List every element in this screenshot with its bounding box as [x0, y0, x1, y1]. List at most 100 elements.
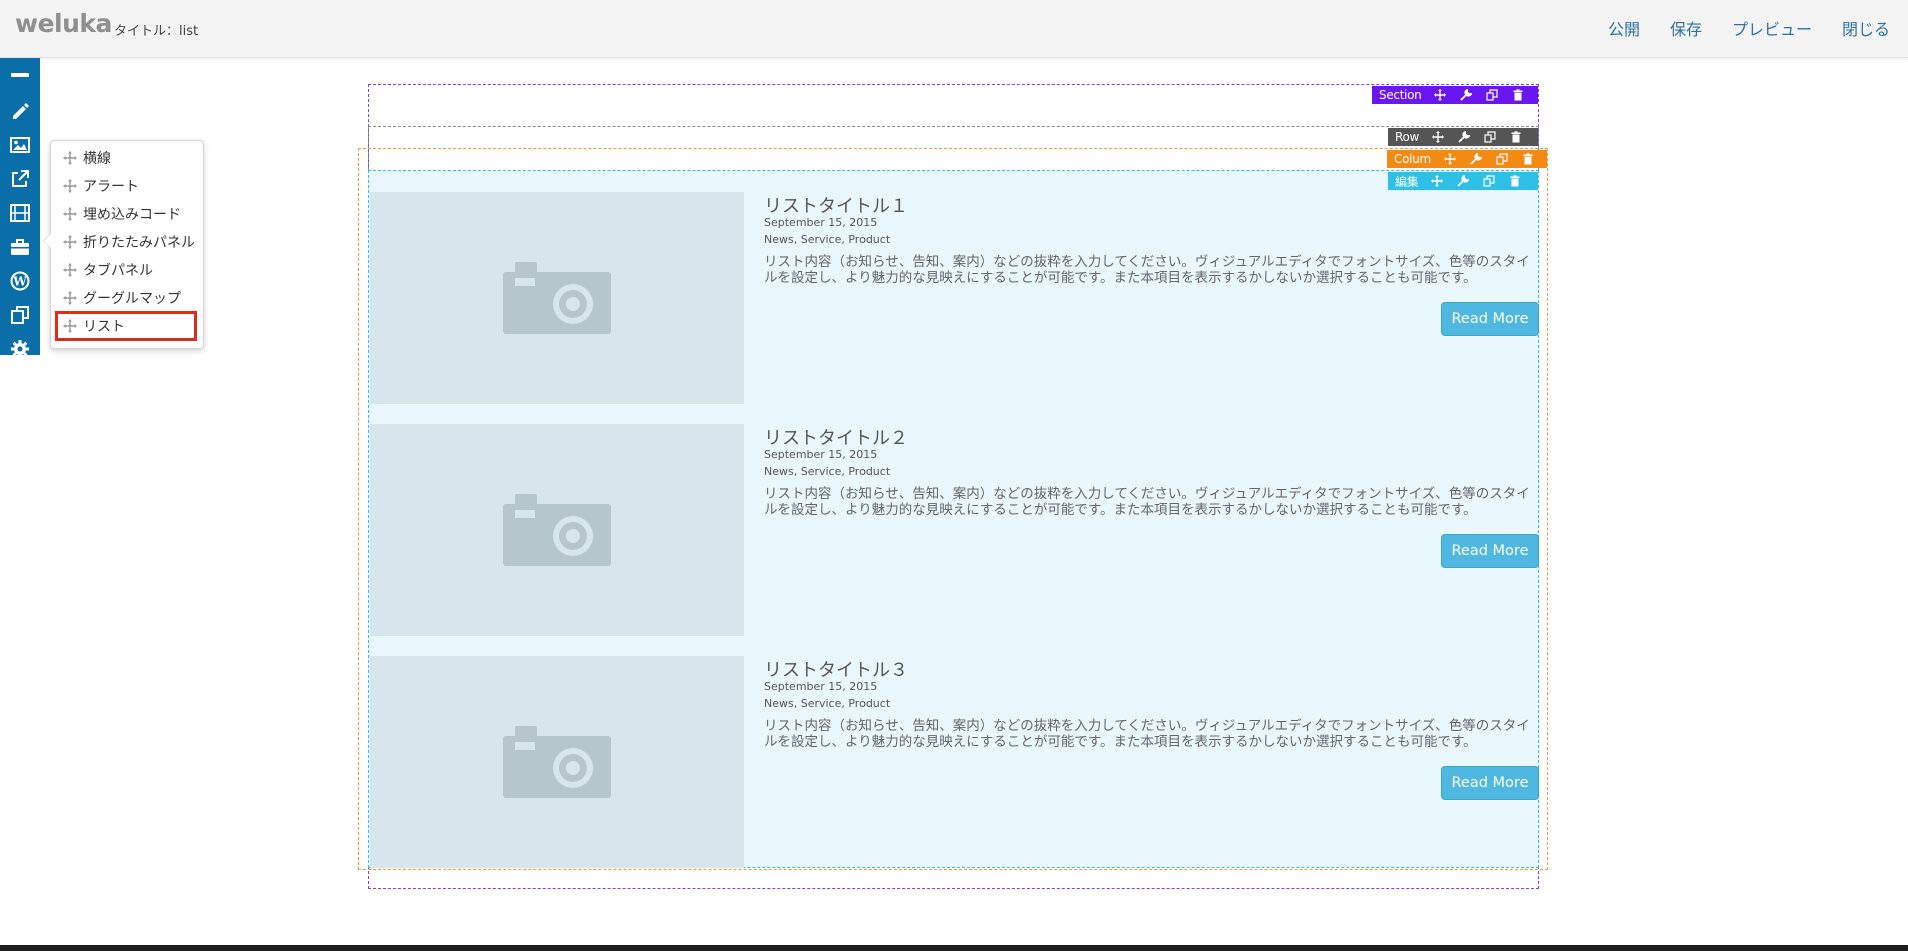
- read-more-button[interactable]: Read More: [1441, 534, 1539, 568]
- read-more-button[interactable]: Read More: [1441, 302, 1539, 336]
- list-item-title: リストタイトル２: [764, 428, 908, 449]
- tool-link[interactable]: [0, 162, 40, 196]
- wordpress-icon: W: [10, 271, 30, 291]
- menu-item-tab-panel[interactable]: タブパネル: [57, 257, 195, 283]
- trash-icon[interactable]: [1509, 130, 1523, 144]
- list-item-date: September 15, 2015: [764, 216, 878, 229]
- menu-item-label: アラート: [83, 179, 139, 195]
- section-label: Section: [1379, 88, 1422, 102]
- row-control-bar: Row: [1388, 128, 1538, 146]
- move-icon[interactable]: [1433, 88, 1447, 102]
- menu-item-google-map[interactable]: グーグルマップ: [57, 285, 195, 311]
- copy-icon[interactable]: [1482, 174, 1496, 188]
- copy-icon[interactable]: [1483, 130, 1497, 144]
- trash-icon[interactable]: [1511, 88, 1525, 102]
- image-icon: [10, 137, 30, 153]
- publish-button[interactable]: 公開: [1608, 16, 1640, 40]
- list-item-categories: News, Service, Product: [764, 697, 891, 710]
- menu-item-label: 折りたたみパネル: [83, 235, 195, 251]
- move-icon[interactable]: [1430, 174, 1444, 188]
- left-toolbar: W: [0, 58, 40, 358]
- menu-item-horizontal-line[interactable]: 横線: [57, 145, 195, 171]
- list-item-date: September 15, 2015: [764, 680, 878, 693]
- wrench-icon[interactable]: [1457, 130, 1471, 144]
- camera-icon: [503, 494, 611, 566]
- tool-video[interactable]: [0, 196, 40, 230]
- read-more-button[interactable]: Read More: [1441, 766, 1539, 800]
- top-header: weluka タイトル：list 公開 保存 プレビュー 閉じる: [0, 0, 1908, 58]
- tool-duplicate[interactable]: [0, 298, 40, 332]
- tool-image[interactable]: [0, 128, 40, 162]
- edit-control-bar: 編集: [1388, 172, 1538, 190]
- menu-item-embed-code[interactable]: 埋め込みコード: [57, 201, 195, 227]
- preview-button[interactable]: プレビュー: [1732, 16, 1812, 40]
- tool-horizontal-line[interactable]: [0, 58, 40, 92]
- move-icon: [63, 151, 77, 165]
- camera-icon: [503, 726, 611, 798]
- menu-item-list[interactable]: リスト: [55, 311, 197, 341]
- copy-icon: [11, 306, 29, 324]
- column-control-bar: Colum: [1387, 150, 1547, 168]
- app-logo: weluka: [15, 9, 112, 38]
- placeholder-image: [370, 424, 744, 636]
- list-item: リストタイトル１ September 15, 2015 News, Servic…: [370, 192, 1539, 404]
- pencil-icon: [13, 103, 29, 119]
- move-icon: [63, 179, 77, 193]
- move-icon: [63, 235, 77, 249]
- close-button[interactable]: 閉じる: [1842, 16, 1890, 40]
- camera-icon: [503, 262, 611, 334]
- move-icon: [63, 263, 77, 277]
- list-item-title: リストタイトル３: [764, 660, 908, 681]
- tool-text[interactable]: [0, 94, 40, 128]
- minus-icon: [11, 73, 29, 77]
- edit-label: 編集: [1395, 174, 1419, 189]
- menu-item-accordion[interactable]: 折りたたみパネル: [57, 229, 195, 255]
- list-item-date: September 15, 2015: [764, 448, 878, 461]
- list-item-title: リストタイトル１: [764, 196, 908, 217]
- column-label: Colum: [1394, 152, 1431, 166]
- menu-item-label: リスト: [83, 319, 125, 335]
- bottom-bar: [0, 945, 1908, 951]
- wrench-icon[interactable]: [1456, 174, 1470, 188]
- gear-icon: [11, 340, 29, 358]
- list-item: リストタイトル２ September 15, 2015 News, Servic…: [370, 424, 1539, 636]
- list-item-categories: News, Service, Product: [764, 233, 891, 246]
- menu-item-alert[interactable]: アラート: [57, 173, 195, 199]
- svg-text:W: W: [12, 275, 27, 289]
- trash-icon[interactable]: [1508, 174, 1522, 188]
- move-icon[interactable]: [1443, 152, 1457, 166]
- section-control-bar: Section: [1372, 86, 1538, 104]
- page-title: タイトル：list: [114, 24, 199, 39]
- list-item-excerpt: リスト内容（お知らせ、告知、案内）などの抜粋を入力してください。ヴィジュアルエデ…: [764, 254, 1530, 286]
- wrench-icon[interactable]: [1469, 152, 1483, 166]
- move-icon: [63, 207, 77, 221]
- tool-wordpress[interactable]: W: [0, 264, 40, 298]
- menu-item-label: グーグルマップ: [83, 291, 181, 307]
- menu-item-label: 横線: [83, 151, 111, 167]
- move-icon[interactable]: [1431, 130, 1445, 144]
- briefcase-icon: [11, 239, 29, 255]
- external-link-icon: [12, 170, 29, 187]
- menu-item-label: 埋め込みコード: [83, 207, 181, 223]
- copy-icon[interactable]: [1495, 152, 1509, 166]
- placeholder-image: [370, 192, 744, 404]
- list-item-categories: News, Service, Product: [764, 465, 891, 478]
- move-icon: [63, 319, 77, 333]
- widget-popup-menu: 横線 アラート 埋め込みコード 折りたたみパネル タブパネル グーグルマップ リ…: [43, 140, 204, 349]
- header-nav: 公開 保存 プレビュー 閉じる: [1608, 16, 1890, 40]
- list-item: リストタイトル３ September 15, 2015 News, Servic…: [370, 656, 1539, 868]
- list-item-excerpt: リスト内容（お知らせ、告知、案内）などの抜粋を入力してください。ヴィジュアルエデ…: [764, 486, 1530, 518]
- tool-settings[interactable]: [0, 332, 40, 366]
- trash-icon[interactable]: [1521, 152, 1535, 166]
- save-button[interactable]: 保存: [1670, 16, 1702, 40]
- film-icon: [10, 204, 30, 222]
- popup-arrow: [43, 233, 51, 249]
- move-icon: [63, 291, 77, 305]
- row-label: Row: [1395, 130, 1420, 144]
- placeholder-image: [370, 656, 744, 868]
- list-item-excerpt: リスト内容（お知らせ、告知、案内）などの抜粋を入力してください。ヴィジュアルエデ…: [764, 718, 1530, 750]
- tool-widgets[interactable]: [0, 230, 40, 264]
- menu-item-label: タブパネル: [83, 263, 153, 279]
- copy-icon[interactable]: [1485, 88, 1499, 102]
- wrench-icon[interactable]: [1459, 88, 1473, 102]
